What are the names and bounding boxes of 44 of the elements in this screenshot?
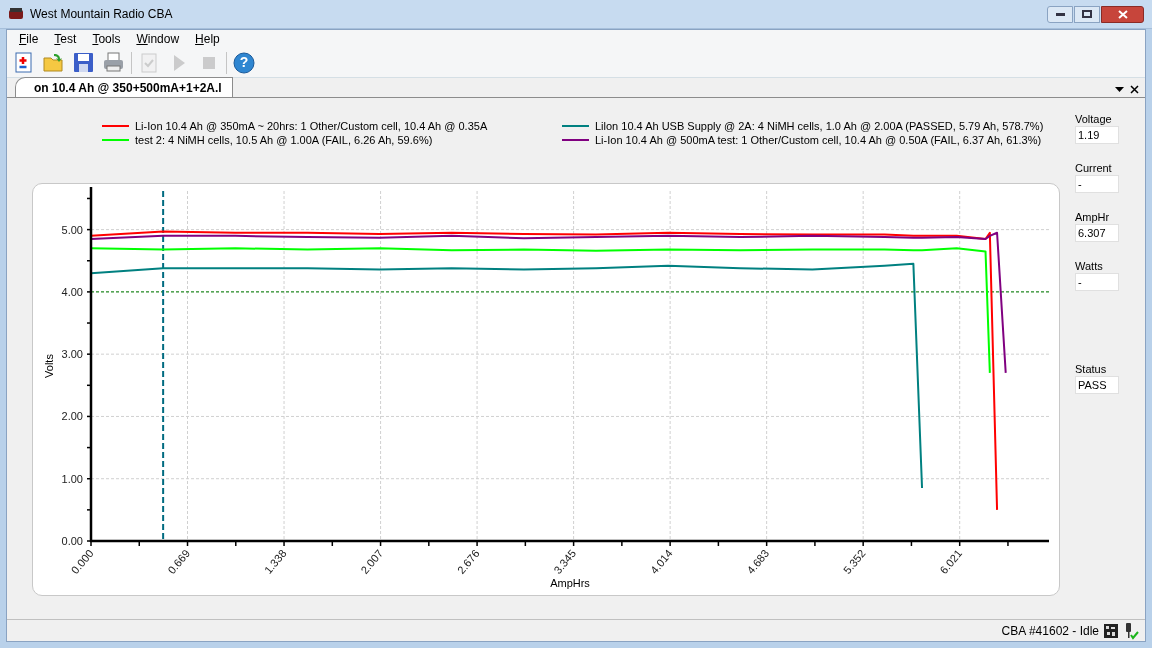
menu-item[interactable]: Help	[189, 30, 226, 48]
close-button[interactable]	[1101, 5, 1144, 23]
y-axis-title: Volts	[43, 354, 55, 378]
x-axis-title: AmpHrs	[550, 577, 590, 589]
legend-label: Lilon 10.4 Ah USB Supply @ 2A: 4 NiMH cells, 1.0 Ah @ 2.00A (PASSED, 5.79 Ah, 578.7%)	[595, 118, 1044, 134]
readout-label: Voltage	[1075, 112, 1113, 126]
readout-field[interactable]: PASS	[1075, 376, 1119, 394]
window-title: West Mountain Radio CBA	[30, 6, 173, 23]
maximize-button[interactable]	[1074, 5, 1100, 23]
plug-check-icon	[1123, 621, 1139, 640]
legend-label: Li-Ion 10.4 Ah @ 500mA test: 1 Other/Custom cell, 10.4 Ah @ 0.50A (FAIL, 6.37 Ah, 61.3%)	[595, 132, 1042, 148]
readout-field[interactable]: 6.307	[1075, 224, 1119, 242]
help-icon	[232, 50, 256, 75]
menu-item[interactable]: Window	[130, 30, 186, 48]
cursor-line[interactable]	[162, 190, 165, 542]
maximize-icon	[1082, 10, 1092, 18]
readout-field[interactable]: -	[1075, 273, 1119, 291]
readout-label: Status	[1075, 362, 1108, 376]
y-tick-label: 2.00	[61, 410, 83, 423]
readout-field[interactable]: 1.19	[1075, 126, 1119, 144]
menu-item[interactable]: File	[13, 30, 45, 48]
readout-label: Watts	[1075, 259, 1104, 273]
help-button[interactable]: ?	[231, 49, 257, 76]
minimize-button[interactable]	[1047, 5, 1073, 23]
readout-field[interactable]: -	[1075, 175, 1119, 193]
y-tick-label: 4.00	[61, 285, 83, 298]
legend-label: Li-Ion 10.4 Ah @ 350mA ~ 20hrs: 1 Other/Custom cell, 10.4 Ah @ 0.35A	[135, 118, 488, 134]
legend-label: test 2: 4 NiMH cells, 10.5 Ah @ 1.00A (FAIL, 6.26 Ah, 59.6%)	[135, 132, 433, 148]
status-text: CBA #41602 - Idle	[1001, 622, 1099, 640]
menu-item[interactable]: Tools	[86, 30, 127, 48]
readout-label: Current	[1075, 161, 1113, 175]
y-tick-label: 0.00	[61, 535, 83, 547]
menu-item[interactable]: Test	[48, 30, 83, 48]
close-icon[interactable]	[1130, 85, 1139, 94]
y-tick-label: 1.00	[61, 472, 83, 485]
app-icon	[8, 6, 24, 22]
dropdown-arrow-icon[interactable]	[1115, 87, 1124, 92]
document-tab[interactable]: on 10.4 Ah @ 350+500mA+1+2A.l	[15, 77, 233, 97]
y-tick-label: 3.00	[61, 348, 83, 361]
device-icon	[1103, 622, 1119, 639]
minimize-icon	[1055, 12, 1065, 16]
y-tick-label: 5.00	[61, 223, 83, 236]
readout-label: AmpHr	[1075, 210, 1111, 224]
close-icon	[1117, 9, 1128, 19]
